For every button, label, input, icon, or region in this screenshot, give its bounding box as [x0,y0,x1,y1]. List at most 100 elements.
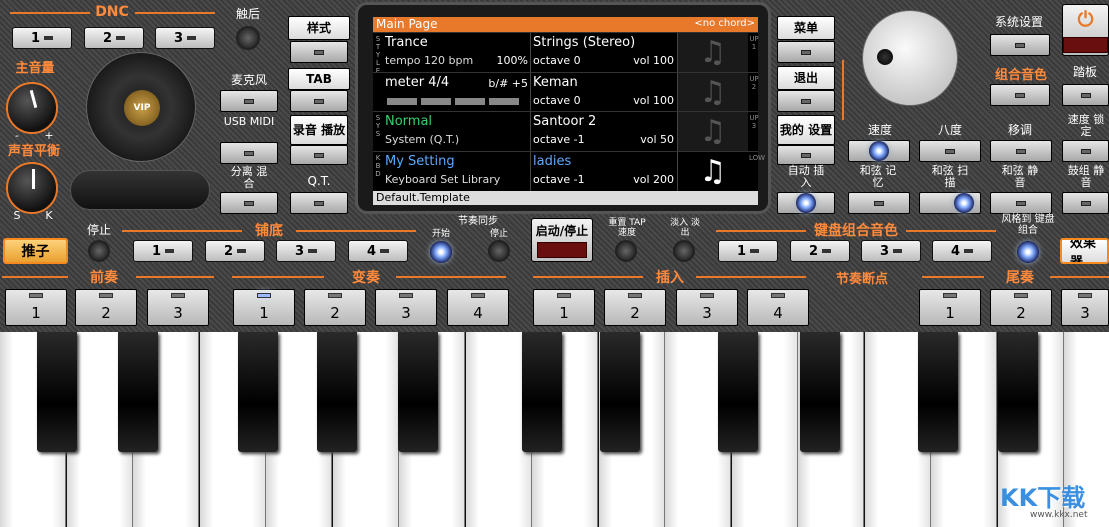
kb-combo-3-button[interactable]: 3 [861,240,921,262]
fill-2-button[interactable]: 2 [604,289,666,326]
black-key[interactable] [600,332,640,452]
divider [1050,276,1109,278]
data-dial[interactable] [862,10,958,106]
base-1-button[interactable]: 1 [133,240,193,262]
variation-4-button[interactable]: 4 [447,289,509,326]
style-to-kb-button[interactable] [1017,241,1039,263]
dnc-2-button[interactable]: 2 [84,27,144,49]
transpose-label: 移调 [1007,123,1032,137]
black-key[interactable] [718,332,758,452]
record-led-button[interactable] [290,145,348,165]
sync-start-button[interactable] [430,241,452,263]
lcd-row[interactable]: S T Y L E Trance tempo 120 bpm 100% Strings … [373,32,759,75]
base-2-button[interactable]: 2 [205,240,265,262]
black-key[interactable] [918,332,958,452]
record-play-button[interactable]: 录音 播放 [290,115,348,145]
autofill-button[interactable] [777,192,835,214]
pitch-bend-pad[interactable] [70,170,210,210]
speed-button[interactable] [848,140,910,162]
base-stop-button[interactable] [88,240,110,262]
lcd-row[interactable]: K B D My Setting Keyboard Set Library ladie… [373,150,765,191]
chord-scan-button[interactable] [919,192,981,214]
variation-1-button[interactable]: 1 [233,289,295,326]
black-key[interactable] [522,332,562,452]
vinyl-disc[interactable]: VIP [86,52,196,162]
black-key[interactable] [37,332,77,452]
intro-1-button[interactable]: 1 [5,289,67,326]
my-setting-button[interactable]: 我的 设置 [777,115,835,145]
section-button-label: 4 [773,304,783,322]
dnc-3-button[interactable]: 3 [155,27,215,49]
transpose-button[interactable] [990,140,1052,162]
variation-2-button[interactable]: 2 [304,289,366,326]
mic-button[interactable] [220,90,278,112]
lcd-row[interactable]: meter 4/4 b/# +5 Keman octave 0 vol 100 ♫ UP 2 [373,71,759,112]
fade-button[interactable] [673,240,695,262]
exit-led-button[interactable] [777,90,835,112]
exit-button[interactable]: 退出 [777,66,835,90]
ending-2-button[interactable]: 2 [990,289,1052,326]
dnc-1-button[interactable]: 1 [12,27,72,49]
style-led-button[interactable] [290,41,348,63]
tap-button[interactable] [615,240,637,262]
fill-3-button[interactable]: 3 [676,289,738,326]
black-key[interactable] [238,332,278,452]
lcd-side-label: K B D [375,153,381,178]
menu-button[interactable]: 菜单 [777,16,835,40]
ending-3-button[interactable]: 3 [1061,289,1109,326]
chord-mute-button[interactable] [990,192,1052,214]
kb-combo-1-button[interactable]: 1 [718,240,778,262]
intro-2-button[interactable]: 2 [75,289,137,326]
system-settings-button[interactable] [990,34,1050,56]
combo-button[interactable] [990,84,1050,106]
lcd-voice-octave: octave -1 [533,172,585,186]
base-4-button[interactable]: 4 [348,240,408,262]
black-key[interactable] [317,332,357,452]
kb-combo-2-button[interactable]: 2 [790,240,850,262]
start-stop-button[interactable]: 启动/停止 [531,218,593,262]
stop-label: 停止 [86,223,111,237]
fill-1-button[interactable]: 1 [533,289,595,326]
variation-title: 变奏 [352,270,380,286]
keyboard-panel: DNC 1 2 3 触后 主音量 - + 声音平衡 S K VIP 麦克风 US… [0,0,1109,332]
fill-4-button[interactable]: 4 [747,289,809,326]
menu-led-button[interactable] [777,41,835,63]
chord-memory-button[interactable] [848,192,910,214]
touch-toggle[interactable] [236,26,260,50]
intro-3-button[interactable]: 3 [147,289,209,326]
black-key[interactable] [800,332,840,452]
variation-3-button[interactable]: 3 [375,289,437,326]
ending-1-button[interactable]: 1 [919,289,981,326]
black-key[interactable] [998,332,1038,452]
kb-combo-4-button[interactable]: 4 [932,240,992,262]
black-key[interactable] [398,332,438,452]
split-label: 分离 混合 [230,165,268,190]
lcd-voice-octave: octave -1 [533,133,585,146]
effects-button[interactable]: 效果器 [1060,238,1109,264]
drum-mute-button[interactable] [1062,192,1109,214]
push-button[interactable]: 推子 [3,238,68,264]
usb-midi-button[interactable] [220,142,278,164]
base-3-button[interactable]: 3 [276,240,336,262]
base-title: 铺底 [255,223,283,239]
lcd-row[interactable]: S Y S Normal System (Q.T.) Santoor 2 octave … [373,111,759,151]
sync-stop-button[interactable] [488,240,510,262]
divider [232,276,324,278]
speed-lock-button[interactable] [1062,140,1109,162]
section-button-label: 1 [559,304,569,322]
black-key[interactable] [118,332,158,452]
watermark: KK下载 www.kkx.net [1000,478,1108,526]
lcd-voice-name: ladies [533,153,572,169]
power-button[interactable]: ⏻ [1062,4,1109,56]
octave-button[interactable] [919,140,981,162]
tab-button[interactable]: TAB [288,68,350,90]
pedal-button[interactable] [1062,84,1109,106]
lcd-part-tag: UP 3 [749,114,759,130]
qt-button[interactable] [290,192,348,214]
my-setting-led-button[interactable] [777,145,835,165]
master-volume-knob[interactable] [6,82,58,134]
split-button[interactable] [220,192,278,214]
balance-knob[interactable] [6,162,58,214]
tab-led-button[interactable] [290,90,348,112]
style-button[interactable]: 样式 [288,16,350,40]
